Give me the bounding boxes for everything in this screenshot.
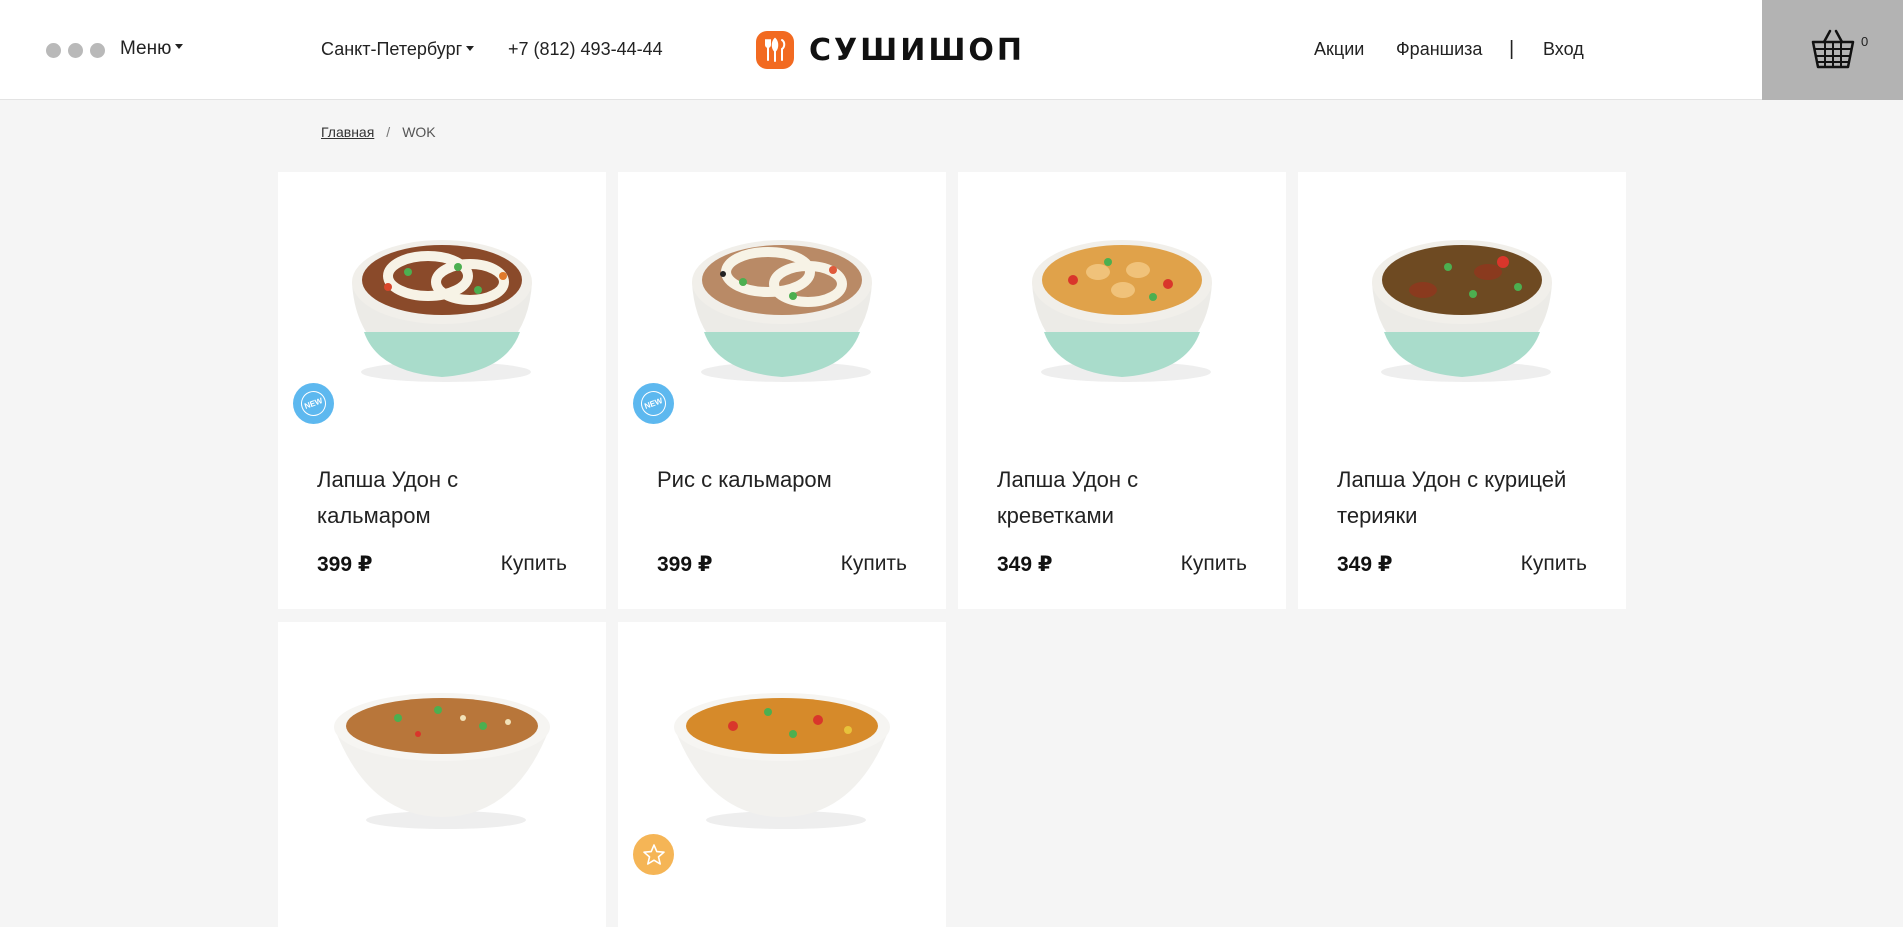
product-image[interactable]: [1298, 172, 1626, 422]
cart-button[interactable]: 0: [1762, 0, 1903, 100]
nav-separator: |: [1509, 38, 1515, 60]
breadcrumb: Главная / WOK: [321, 124, 436, 140]
product-image[interactable]: [618, 622, 946, 872]
product-card[interactable]: Лапша Удон с креветками 349 ₽ Купить: [958, 172, 1286, 609]
buy-button[interactable]: Купить: [841, 552, 907, 576]
product-title[interactable]: Рис с кальмаром: [657, 462, 917, 498]
product-card[interactable]: Лапша Удон с курицей терияки 349 ₽ Купит…: [1298, 172, 1626, 609]
product-title[interactable]: Лапша Удон с креветками: [997, 462, 1257, 534]
product-title[interactable]: Лапша Удон с кальмаром: [317, 462, 577, 534]
city-label: Санкт-Петербург: [321, 39, 463, 59]
product-card[interactable]: [278, 622, 606, 927]
product-image[interactable]: [958, 172, 1286, 422]
city-selector[interactable]: Санкт-Петербург: [321, 39, 475, 60]
breadcrumb-current: WOK: [402, 124, 436, 140]
product-card[interactable]: [618, 622, 946, 927]
phone-number[interactable]: +7 (812) 493-44-44: [508, 39, 663, 60]
nav-promos[interactable]: Акции: [1314, 39, 1364, 60]
site-logo[interactable]: СУШИШОП: [756, 31, 1025, 69]
logo-text: СУШИШОП: [809, 32, 1025, 68]
breadcrumb-separator: /: [386, 124, 391, 140]
basket-icon: [1811, 29, 1855, 69]
buy-button[interactable]: Купить: [1181, 552, 1247, 576]
product-image[interactable]: [278, 622, 606, 872]
cart-count: 0: [1861, 34, 1869, 49]
chevron-down-icon: [175, 44, 184, 50]
nav-franchise[interactable]: Франшиза: [1396, 39, 1482, 60]
logo-icon: [756, 31, 794, 69]
menu-label: Меню: [120, 38, 172, 59]
star-badge-icon: [633, 834, 674, 875]
product-image[interactable]: [618, 172, 946, 422]
product-price: 349 ₽: [997, 553, 1053, 576]
breadcrumb-home[interactable]: Главная: [321, 124, 374, 140]
product-title[interactable]: Лапша Удон с курицей терияки: [1337, 462, 1597, 534]
product-price: 399 ₽: [657, 553, 713, 576]
product-price: 349 ₽: [1337, 553, 1393, 576]
site-header: Меню Санкт-Петербург +7 (812) 493-44-44 …: [0, 0, 1903, 100]
new-badge-icon: NEW: [633, 383, 674, 424]
product-card[interactable]: NEW Рис с кальмаром 399 ₽ Купить: [618, 172, 946, 609]
product-price: 399 ₽: [317, 553, 373, 576]
chevron-down-icon: [466, 45, 475, 51]
menu-button[interactable]: Меню: [120, 38, 184, 60]
product-card[interactable]: NEW Лапша Удон с кальмаром 399 ₽ Купить: [278, 172, 606, 609]
new-badge-icon: NEW: [293, 383, 334, 424]
buy-button[interactable]: Купить: [1521, 552, 1587, 576]
buy-button[interactable]: Купить: [501, 552, 567, 576]
menu-dots-icon[interactable]: [46, 43, 105, 58]
product-image[interactable]: [278, 172, 606, 422]
nav-login[interactable]: Вход: [1543, 39, 1584, 60]
